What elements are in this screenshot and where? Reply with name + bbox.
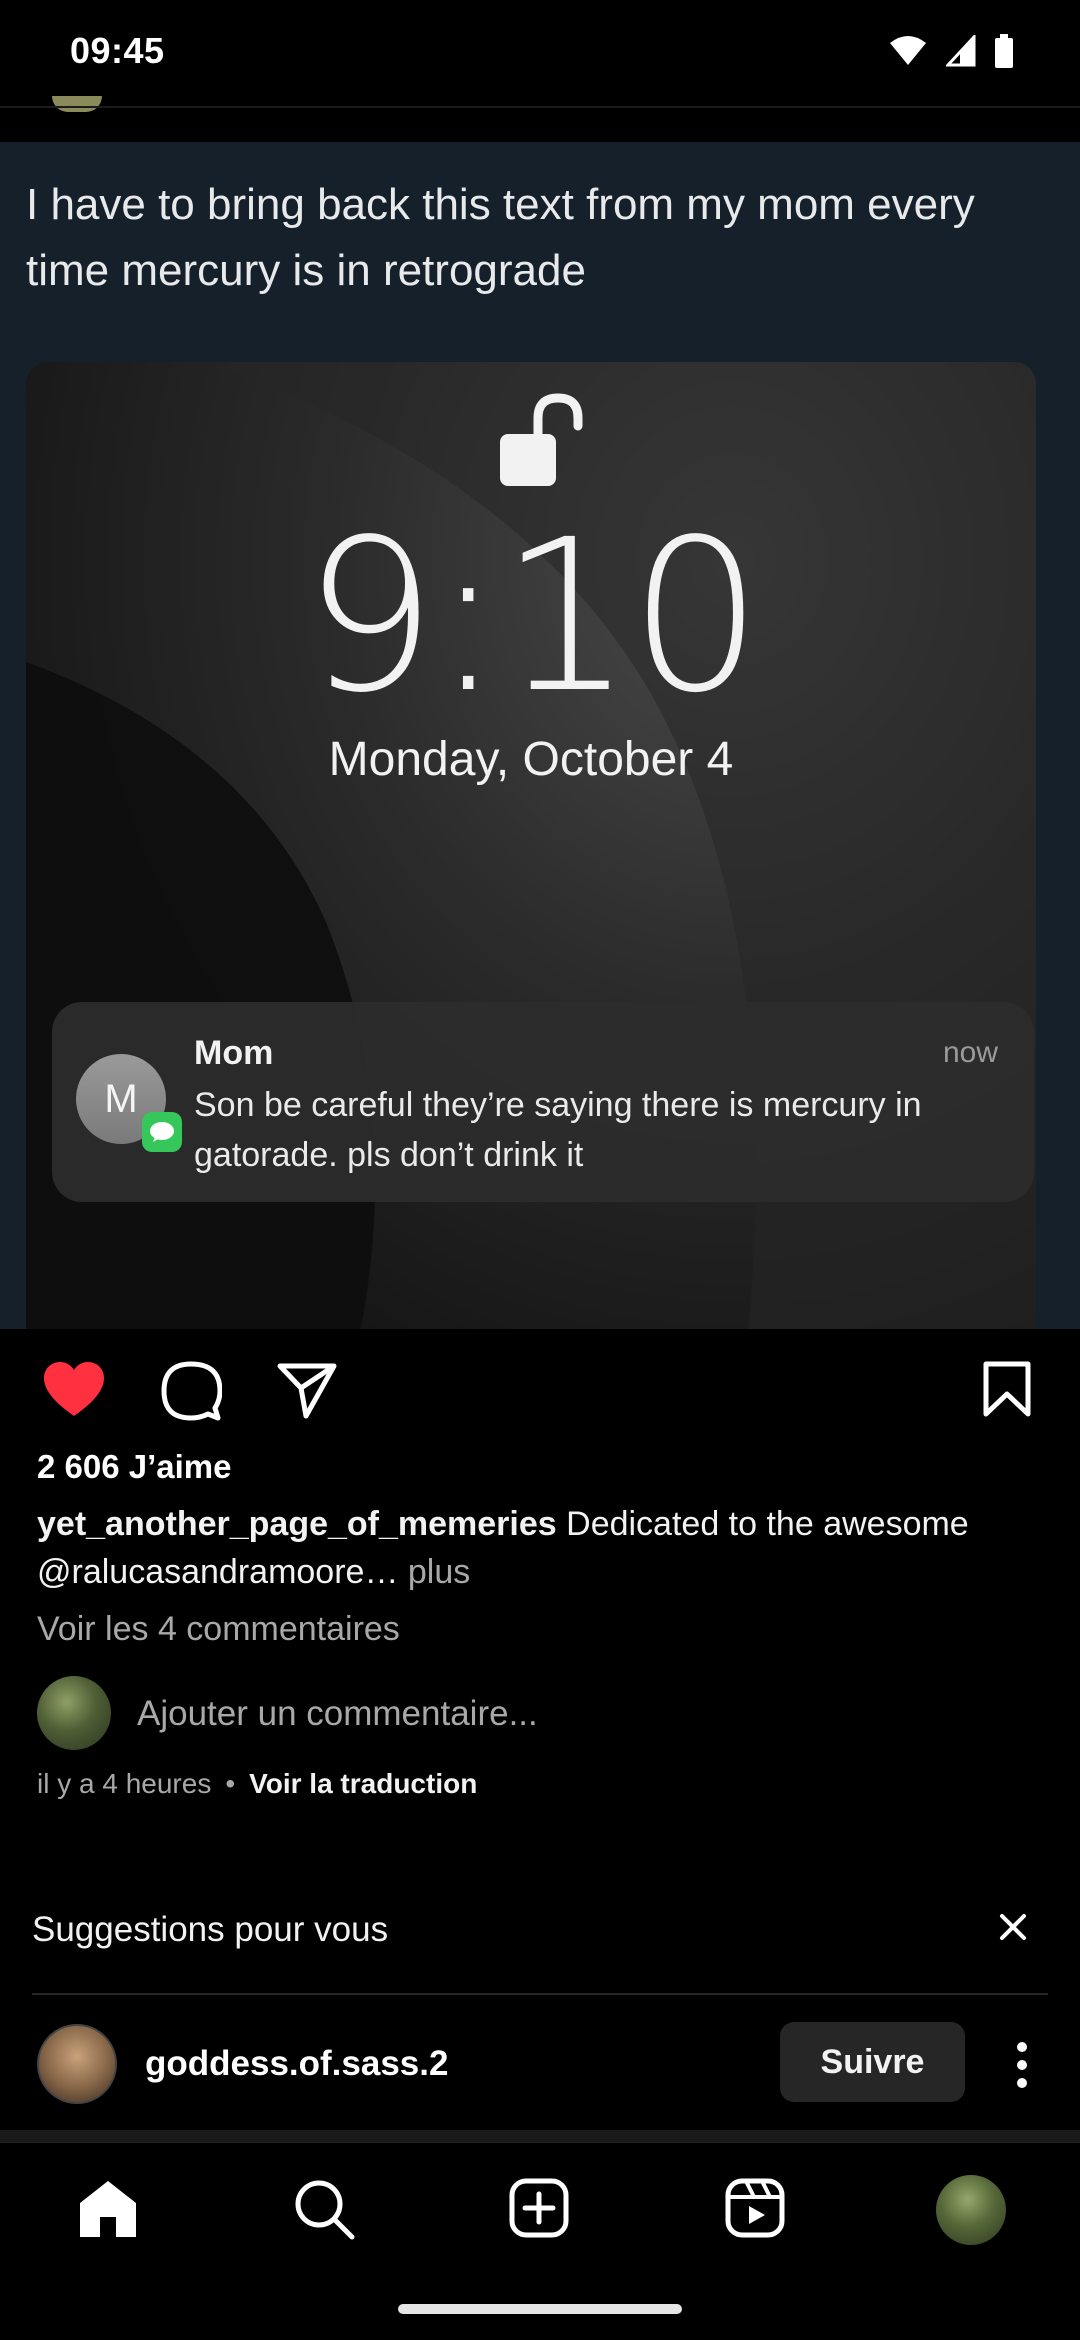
post-time-ago: il y a 4 heures bbox=[37, 1768, 212, 1799]
save-bookmark-icon[interactable] bbox=[982, 1360, 1032, 1418]
view-comments-link[interactable]: Voir les 4 commentaires bbox=[37, 1610, 400, 1649]
caption-ellipsis: … bbox=[364, 1553, 399, 1591]
divider bbox=[32, 1993, 1048, 1995]
likes-count[interactable]: 2 606 J’aime bbox=[37, 1448, 232, 1486]
feed-divider bbox=[0, 2130, 1080, 2142]
caption-more-link[interactable]: plus bbox=[398, 1553, 470, 1591]
share-send-icon[interactable] bbox=[276, 1360, 338, 1420]
notification-sender: Mom bbox=[194, 1034, 274, 1072]
notification-body: Son be careful they’re saying there is m… bbox=[194, 1086, 922, 1174]
profile-avatar[interactable] bbox=[936, 2175, 1006, 2245]
lockscreen-time: 9:10 bbox=[303, 494, 763, 739]
suggested-username[interactable]: goddess.of.sass.2 bbox=[145, 2044, 448, 2084]
status-bar: 09:45 bbox=[0, 0, 1080, 106]
add-comment-row[interactable]: Ajouter un commentaire... bbox=[37, 1676, 1047, 1752]
follow-button[interactable]: Suivre bbox=[780, 2022, 965, 2102]
meta-separator: • bbox=[225, 1768, 236, 1799]
search-icon[interactable] bbox=[292, 2177, 356, 2241]
notification-timestamp: now bbox=[942, 1036, 998, 1069]
home-indicator[interactable] bbox=[398, 2304, 682, 2314]
instagram-feed-screen: 09:45 I have to bring back this text fro… bbox=[0, 0, 1080, 2340]
close-icon[interactable] bbox=[998, 1912, 1028, 1942]
current-user-avatar bbox=[37, 1676, 111, 1750]
caption-username[interactable]: yet_another_page_of_memeries bbox=[37, 1505, 557, 1543]
tweet-text: I have to bring back this text from my m… bbox=[26, 180, 975, 295]
post-image[interactable]: I have to bring back this text from my m… bbox=[0, 142, 1080, 1329]
lockscreen-date: Monday, October 4 bbox=[328, 733, 734, 786]
wifi-icon bbox=[890, 36, 926, 65]
like-heart-icon[interactable] bbox=[42, 1360, 106, 1420]
reels-icon[interactable] bbox=[724, 2177, 786, 2239]
see-translation-link[interactable]: Voir la traduction bbox=[249, 1768, 477, 1799]
status-time: 09:45 bbox=[70, 30, 165, 71]
messages-app-icon bbox=[142, 1112, 182, 1152]
post-caption: yet_another_page_of_memeries Dedicated t… bbox=[37, 1500, 1047, 1596]
suggestion-item: goddess.of.sass.2 Suivre bbox=[0, 2020, 1080, 2110]
create-post-icon[interactable] bbox=[508, 2177, 570, 2239]
more-options-icon[interactable] bbox=[1012, 2040, 1032, 2090]
message-notification: M Mom now Son be careful they’re saying … bbox=[52, 1002, 1034, 1202]
suggested-user-avatar[interactable] bbox=[37, 2024, 117, 2104]
add-comment-input[interactable]: Ajouter un commentaire... bbox=[137, 1694, 538, 1734]
divider bbox=[0, 106, 1080, 108]
lockscreen-screenshot: 9:10 Monday, October 4 M Mom now Son be … bbox=[26, 362, 1036, 1329]
post-meta: il y a 4 heures • Voir la traduction bbox=[37, 1768, 477, 1800]
unlock-icon bbox=[500, 393, 583, 486]
signal-icon bbox=[946, 35, 976, 67]
home-icon[interactable] bbox=[76, 2177, 140, 2239]
suggestions-title: Suggestions pour vous bbox=[32, 1910, 389, 1949]
previous-post-avatar bbox=[52, 96, 102, 112]
comment-icon[interactable] bbox=[160, 1360, 222, 1422]
battery-icon bbox=[995, 34, 1013, 68]
post-actions bbox=[0, 1350, 1080, 1430]
status-icons bbox=[888, 34, 1014, 68]
